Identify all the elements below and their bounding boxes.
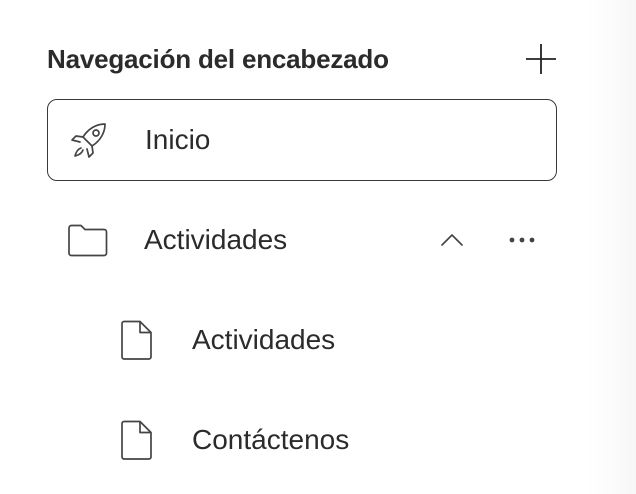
panel-header: Navegación del encabezado — [47, 38, 557, 80]
header-navigation-panel: Navegación del encabezado Inicio Activid… — [0, 0, 600, 494]
file-icon — [113, 317, 159, 363]
nav-item-actividades-page[interactable]: Actividades — [95, 299, 557, 381]
add-item-button[interactable] — [521, 39, 561, 79]
nav-item-label: Contáctenos — [192, 424, 350, 455]
nav-item-label: Actividades — [192, 324, 336, 355]
chevron-up-icon — [441, 234, 463, 246]
collapse-button[interactable] — [433, 221, 471, 259]
more-horizontal-icon — [509, 237, 535, 243]
nav-item-label: Actividades — [144, 224, 288, 255]
nav-item-actividades-folder[interactable]: Actividades — [47, 199, 557, 281]
more-options-button[interactable] — [503, 221, 541, 259]
panel-title: Navegación del encabezado — [47, 43, 389, 74]
plus-icon — [526, 44, 556, 74]
rocket-icon — [66, 117, 112, 163]
file-icon — [113, 417, 159, 463]
folder-icon — [65, 217, 111, 263]
item-actions — [433, 199, 541, 281]
nav-item-contactenos[interactable]: Contáctenos — [95, 399, 557, 481]
nav-item-label: Inicio — [145, 124, 211, 155]
nav-item-inicio[interactable]: Inicio — [47, 99, 557, 181]
